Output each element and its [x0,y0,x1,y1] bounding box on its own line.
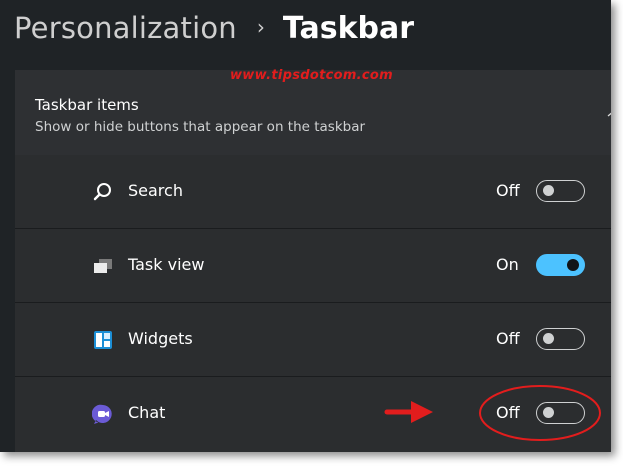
breadcrumb-separator: › [256,15,265,39]
taskbar-item-chat: Chat Off [15,377,611,450]
search-label: Search [128,181,183,200]
search-toggle[interactable] [536,180,585,202]
widgets-label: Widgets [128,329,193,348]
task-view-icon [94,259,112,273]
task-view-label: Task view [128,255,205,274]
taskbar-item-task-view: Task view On [15,229,611,303]
taskbar-item-widgets: Widgets Off [15,303,611,377]
chat-state-text: Off [496,403,520,422]
watermark: www.tipsdotcom.com [230,68,394,83]
search-state-text: Off [496,181,520,200]
taskbar-items-panel: Taskbar items Show or hide buttons that … [15,70,611,452]
task-view-toggle[interactable] [536,254,585,276]
breadcrumb: Personalization › Taskbar [14,8,414,48]
page-title: Taskbar [282,10,415,46]
widgets-icon [94,331,112,349]
widgets-state-text: Off [496,329,520,348]
chat-label: Chat [128,403,166,422]
breadcrumb-personalization[interactable]: Personalization [14,11,237,45]
chat-toggle[interactable] [536,402,585,424]
taskbar-item-search: Search Off [15,155,611,229]
settings-window: Personalization › Taskbar Taskbar items … [0,0,611,452]
section-subtitle: Show or hide buttons that appear on the … [35,119,366,135]
chat-icon [92,404,112,424]
widgets-toggle[interactable] [536,328,585,350]
section-title: Taskbar items [35,96,139,114]
chevron-up-icon[interactable] [607,110,611,118]
task-view-state-text: On [496,255,519,274]
search-icon [93,183,111,201]
